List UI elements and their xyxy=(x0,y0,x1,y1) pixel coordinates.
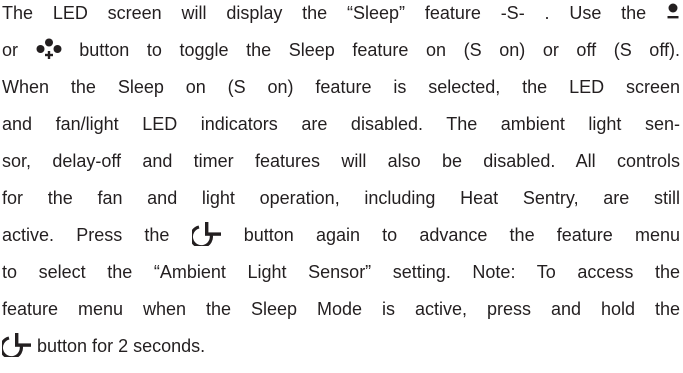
text-line-4: and fan/light LED indicators are disable… xyxy=(2,113,680,135)
text-line-9-content: feature menu when the Sleep Mode is acti… xyxy=(2,299,680,319)
text-line-7-start: active. Press the xyxy=(2,225,170,245)
text-line-10-content: button for 2 seconds. xyxy=(37,336,206,356)
text-line-3: When the Sleep on (S on) feature is sele… xyxy=(2,76,680,98)
text-line-5-content: sor, delay-off and timer features will a… xyxy=(2,151,680,171)
text-line-3-content: When the Sleep on (S on) feature is sele… xyxy=(2,77,680,97)
instruction-paragraph: The LED screen will display the “Sleep” … xyxy=(0,0,683,373)
plus-button-icon xyxy=(36,38,62,60)
text-line-4-content: and fan/light LED indicators are disable… xyxy=(2,114,680,134)
text-line-9: feature menu when the Sleep Mode is acti… xyxy=(2,298,680,320)
text-line-7: active. Press the button again to advanc… xyxy=(2,222,680,248)
text-line-1-content: The LED screen will display the “Sleep” … xyxy=(2,3,647,23)
text-line-6: for the fan and light operation, includi… xyxy=(2,187,680,209)
text-line-7-end: button again to advance the feature menu xyxy=(243,225,680,245)
text-line-6-content: for the fan and light operation, includi… xyxy=(2,188,680,208)
text-line-8: to select the “Ambient Light Sensor” set… xyxy=(2,261,680,283)
text-line-8-content: to select the “Ambient Light Sensor” set… xyxy=(2,262,680,282)
text-line-1: The LED screen will display the “Sleep” … xyxy=(2,2,680,24)
power-button-icon xyxy=(191,222,222,247)
text-line-10: button for 2 seconds. xyxy=(2,333,680,359)
text-line-5: sor, delay-off and timer features will a… xyxy=(2,150,680,172)
text-line-2: or button to toggle the Sleep feature on… xyxy=(2,38,680,62)
minus-button-icon xyxy=(666,2,680,22)
text-line-2-start: or xyxy=(2,40,19,60)
text-line-2-end: button to toggle the Sleep feature on (S… xyxy=(79,40,680,60)
power-button-icon xyxy=(2,333,32,358)
